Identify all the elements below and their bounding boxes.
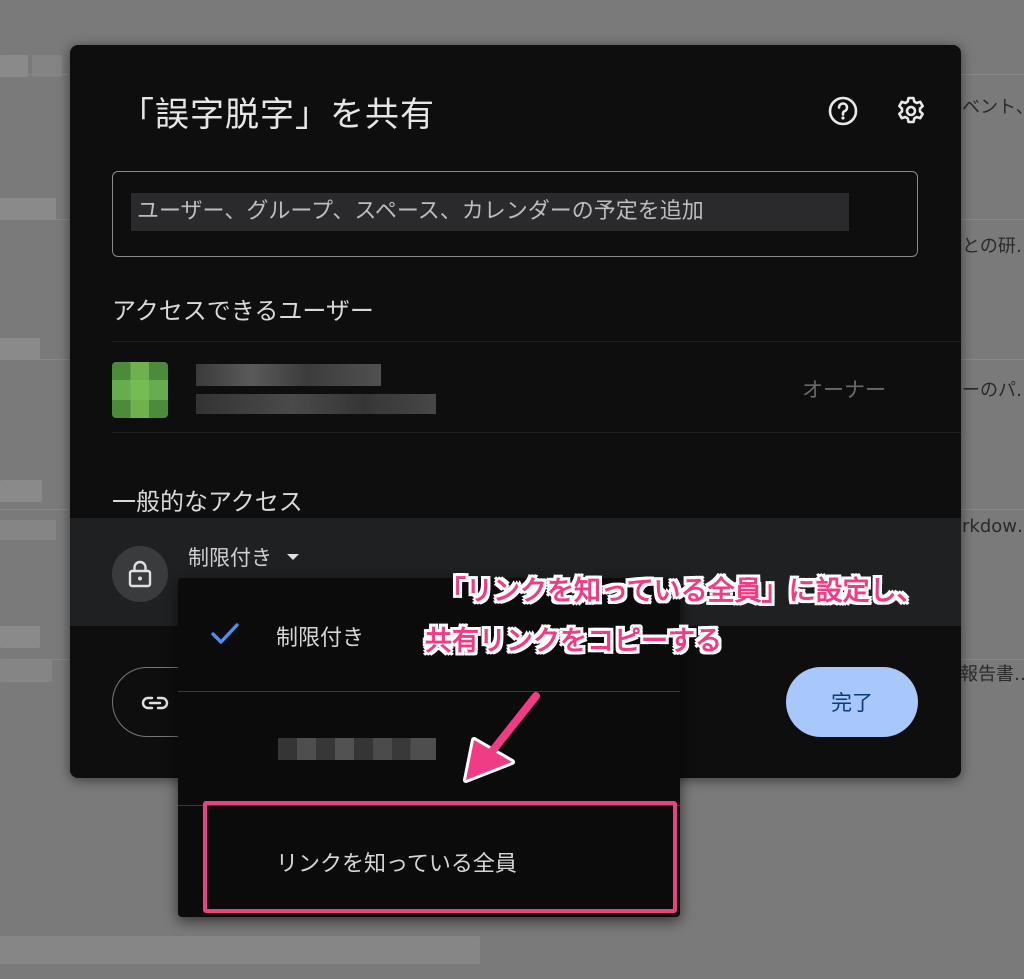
annotation-arrow-icon: [463, 692, 540, 783]
menu-item-domain[interactable]: [178, 692, 680, 806]
lock-badge: [112, 546, 168, 602]
annotation-line-2: 共有リンクをコピーする: [425, 626, 722, 657]
avatar: [112, 362, 168, 418]
people-with-access-heading: アクセスできるユーザー: [112, 297, 374, 325]
annotation-line-1: 「リンクを知っている全員」に設定し、: [439, 576, 924, 607]
gear-icon: [898, 96, 924, 124]
user-name-redacted: [196, 364, 381, 386]
owner-role-label: オーナー: [802, 378, 886, 402]
help-button[interactable]: [825, 93, 861, 129]
settings-button[interactable]: [893, 93, 929, 129]
domain-name-redacted: [278, 738, 436, 760]
general-access-dropdown[interactable]: 制限付き: [188, 542, 300, 572]
general-access-heading: 一般的なアクセス: [112, 488, 303, 516]
user-email-redacted: [196, 394, 436, 414]
caret-down-icon: [287, 554, 299, 560]
bg-snippet: ベント、: [962, 97, 1024, 118]
add-people-placeholder: ユーザー、グループ、スペース、カレンダーの予定を追加: [131, 193, 849, 231]
menu-item-label: 制限付き: [276, 626, 365, 651]
dialog-title: 「誤字脱字」を共有: [120, 95, 435, 135]
access-current-label: 制限付き: [188, 546, 272, 570]
bg-snippet: 報告書…: [960, 664, 1024, 685]
bg-snippet: ーのパ…: [962, 380, 1024, 401]
done-label: 完了: [831, 691, 873, 715]
bg-snippet: rkdow…: [962, 516, 1024, 537]
highlight-box: [203, 801, 677, 913]
done-button[interactable]: 完了: [786, 667, 918, 737]
check-icon: [211, 623, 239, 644]
bg-snippet: との研…: [962, 236, 1024, 257]
bg-footer-blur: [0, 936, 480, 964]
lock-icon: [128, 560, 152, 588]
help-circle-icon: [828, 96, 858, 126]
user-row-owner: オーナー: [112, 341, 961, 433]
link-icon: [141, 696, 169, 710]
add-people-input[interactable]: ユーザー、グループ、スペース、カレンダーの予定を追加: [112, 171, 918, 257]
